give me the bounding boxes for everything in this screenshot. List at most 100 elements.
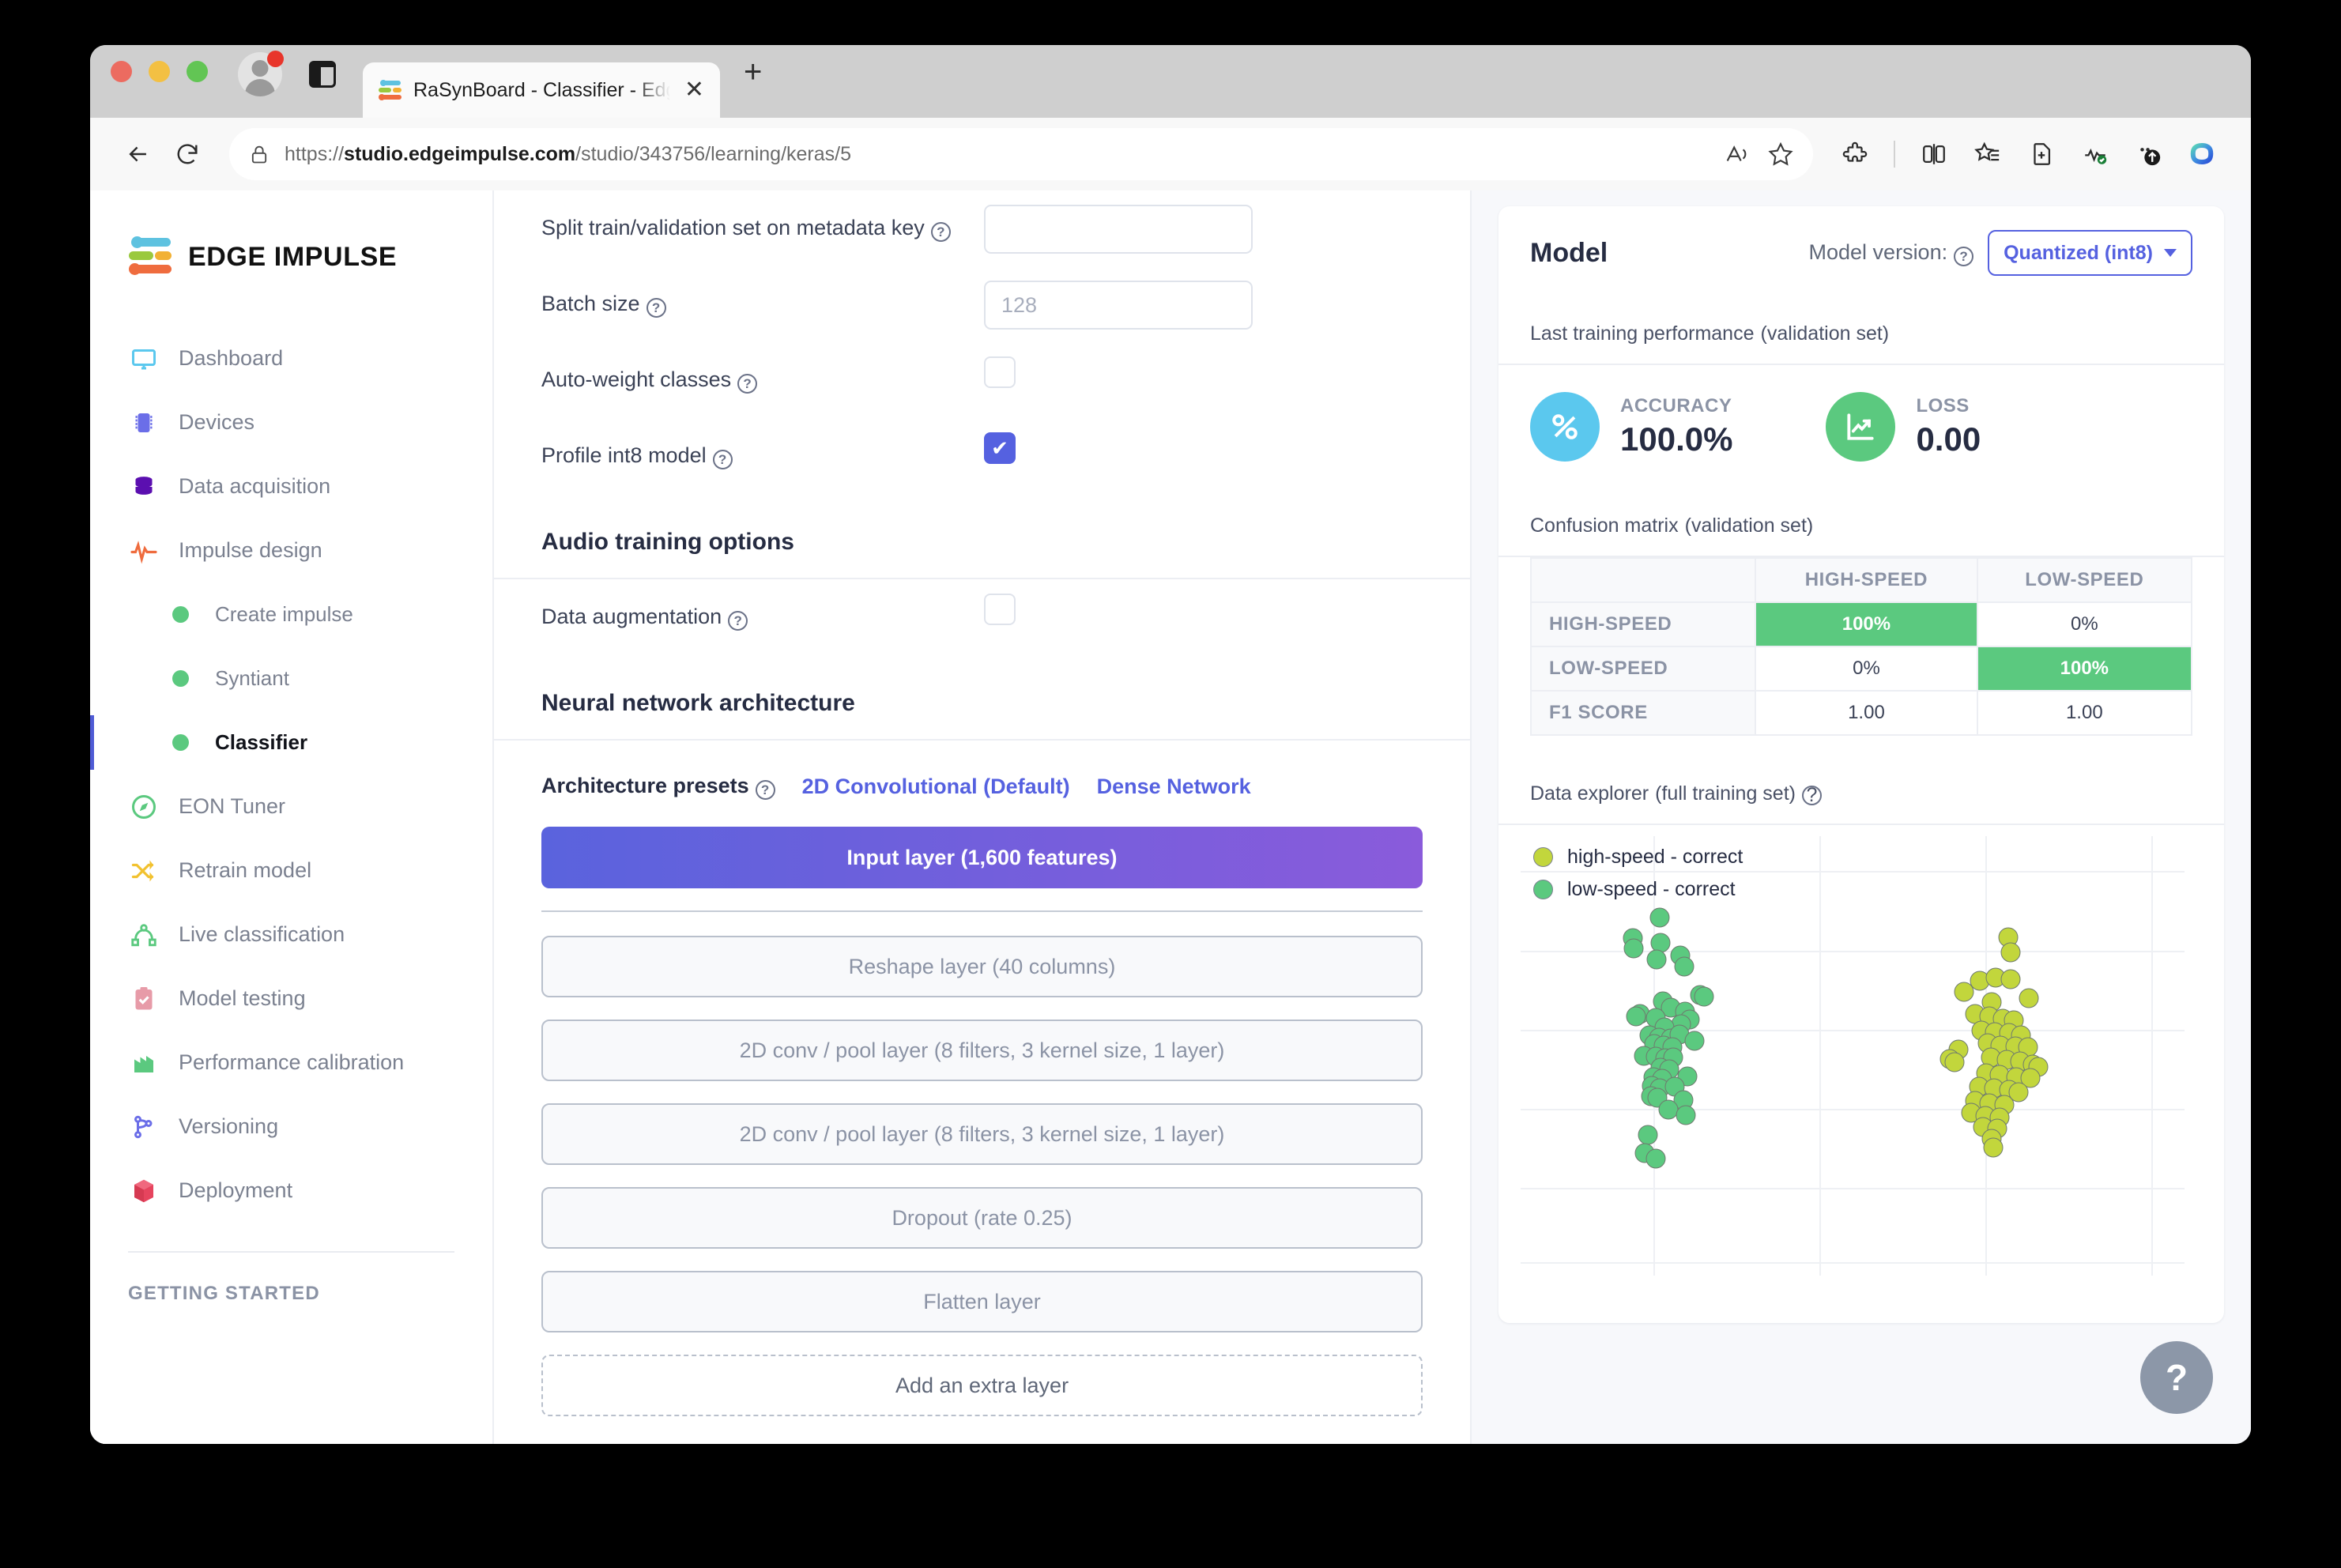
browser-tab-active[interactable]: RaSynBoard - Classifier - Edge ✕ xyxy=(363,62,720,118)
help-icon[interactable]: ? xyxy=(728,611,748,631)
sidebar-item-data-acquisition[interactable]: Data acquisition xyxy=(90,454,492,518)
scatter-point[interactable] xyxy=(1954,982,1974,1002)
legend-item[interactable]: low-speed - correct xyxy=(1533,878,1743,901)
scatter-point[interactable] xyxy=(1676,1105,1696,1125)
data-explorer-scatter[interactable]: high-speed - correct low-speed - correct xyxy=(1498,825,2224,1299)
sidebar-item-create-impulse[interactable]: Create impulse xyxy=(90,582,492,646)
scatter-point[interactable] xyxy=(1645,1148,1666,1169)
layer-conv-pool-1[interactable]: 2D conv / pool layer (8 filters, 3 kerne… xyxy=(541,1020,1423,1081)
copilot-icon[interactable] xyxy=(2178,130,2227,179)
reload-button[interactable] xyxy=(163,130,212,179)
back-button[interactable] xyxy=(114,130,163,179)
layer-reshape[interactable]: Reshape layer (40 columns) xyxy=(541,936,1423,997)
legend-item[interactable]: high-speed - correct xyxy=(1533,846,1743,869)
sidebar-item-deployment[interactable]: Deployment xyxy=(90,1159,492,1223)
layer-dropout[interactable]: Dropout (rate 0.25) xyxy=(541,1187,1423,1249)
help-icon[interactable]: ? xyxy=(646,298,666,318)
collections-icon[interactable] xyxy=(1963,130,2012,179)
table-row: LOW-SPEED 0% 100% xyxy=(1529,646,2193,692)
new-tab-button[interactable]: + xyxy=(744,45,762,118)
sidebar-item-versioning[interactable]: Versioning xyxy=(90,1095,492,1159)
cm-row-header: F1 SCORE xyxy=(1529,690,1757,736)
clipboard-check-icon xyxy=(128,983,160,1015)
profile-avatar-button[interactable] xyxy=(208,45,284,118)
field-split-metadata-key: Split train/validation set on metadata k… xyxy=(541,190,1423,266)
auto-weight-classes-checkbox[interactable] xyxy=(984,356,1016,388)
help-icon[interactable]: ? xyxy=(755,780,775,800)
scatter-point[interactable] xyxy=(1983,1137,2004,1158)
add-page-icon[interactable] xyxy=(2017,130,2066,179)
model-title: Model xyxy=(1530,237,1608,268)
scatter-point[interactable] xyxy=(1623,938,1644,959)
sidebar-item-retrain-model[interactable]: Retrain model xyxy=(90,839,492,903)
read-aloud-icon[interactable] xyxy=(1723,141,1750,168)
help-icon[interactable]: ? xyxy=(1802,786,1822,805)
address-bar[interactable]: https://studio.edgeimpulse.com/studio/34… xyxy=(229,128,1813,180)
app-body: EDGE IMPULSE Dashboard Devices Data acqu… xyxy=(90,190,2251,1444)
preset-2d-convolutional[interactable]: 2D Convolutional (Default) xyxy=(802,775,1070,799)
scatter-point[interactable] xyxy=(1694,986,1714,1007)
scatter-point[interactable] xyxy=(1626,1006,1646,1027)
edge-impulse-logo-icon xyxy=(128,236,174,277)
scatter-point[interactable] xyxy=(2019,988,2039,1008)
scatter-point[interactable] xyxy=(1649,907,1670,928)
database-icon xyxy=(128,471,160,503)
profile-int8-model-checkbox[interactable] xyxy=(984,432,1016,464)
layer-input[interactable]: Input layer (1,600 features) xyxy=(541,827,1423,888)
sidebar-item-dashboard[interactable]: Dashboard xyxy=(90,326,492,390)
model-card: Model Model version:? Quantized (int8) L… xyxy=(1498,206,2224,1323)
close-window-button[interactable] xyxy=(111,60,132,82)
scatter-point[interactable] xyxy=(1684,1031,1705,1051)
scatter-point[interactable] xyxy=(2000,969,2021,989)
model-version-select[interactable]: Quantized (int8) xyxy=(1988,230,2192,276)
scatter-point[interactable] xyxy=(1674,956,1694,977)
brand-logo[interactable]: EDGE IMPULSE xyxy=(90,190,492,277)
data-augmentation-checkbox[interactable] xyxy=(984,594,1016,625)
accuracy-value: 100.0% xyxy=(1620,420,1733,458)
split-metadata-key-input[interactable] xyxy=(984,205,1253,254)
extensions-icon[interactable] xyxy=(1830,130,1879,179)
close-tab-button[interactable]: ✕ xyxy=(681,78,707,102)
cm-col-1: HIGH-SPEED xyxy=(1755,557,1978,603)
browser-toolbar: https://studio.edgeimpulse.com/studio/34… xyxy=(90,118,2251,190)
maximize-window-button[interactable] xyxy=(187,60,208,82)
sidebar-item-devices[interactable]: Devices xyxy=(90,390,492,454)
split-screen-icon[interactable] xyxy=(1909,130,1958,179)
help-icon[interactable]: ? xyxy=(712,450,733,469)
favorite-star-icon[interactable] xyxy=(1767,141,1794,168)
help-icon[interactable]: ? xyxy=(1954,246,1974,266)
layer-conv-pool-2[interactable]: 2D conv / pool layer (8 filters, 3 kerne… xyxy=(541,1103,1423,1165)
preset-dense-network[interactable]: Dense Network xyxy=(1097,775,1251,799)
batch-size-input[interactable]: 128 xyxy=(984,281,1253,330)
layer-flatten[interactable]: Flatten layer xyxy=(541,1271,1423,1332)
minimize-window-button[interactable] xyxy=(149,60,170,82)
add-extra-layer-button[interactable]: Add an extra layer xyxy=(541,1355,1423,1416)
sidebar-item-classifier[interactable]: Classifier xyxy=(90,710,492,775)
grid-line-vertical xyxy=(2151,836,2153,1276)
architecture-presets-row: Architecture presets? 2D Convolutional (… xyxy=(541,741,1423,827)
help-fab-button[interactable]: ? xyxy=(2140,1341,2213,1414)
sidebar-item-eon-tuner[interactable]: EON Tuner xyxy=(90,775,492,839)
sidebar-item-live-classification[interactable]: Live classification xyxy=(90,903,492,967)
shuffle-icon xyxy=(128,855,160,887)
bullet-icon xyxy=(164,663,196,695)
help-icon[interactable]: ? xyxy=(737,374,758,394)
sidebar-item-performance-calibration[interactable]: Performance calibration xyxy=(90,1031,492,1095)
architecture-presets-label: Architecture presets? xyxy=(541,774,775,800)
more-settings-icon[interactable] xyxy=(2124,130,2173,179)
browser-essentials-icon[interactable] xyxy=(2071,130,2120,179)
scatter-point[interactable] xyxy=(2000,942,2021,963)
notification-badge xyxy=(267,51,284,67)
edge-impulse-favicon xyxy=(379,79,402,101)
scatter-point[interactable] xyxy=(1646,949,1667,970)
tab-list-button[interactable] xyxy=(282,45,336,118)
grid-line-horizontal xyxy=(1521,1108,2185,1110)
cm-col-2: LOW-SPEED xyxy=(1976,557,2193,603)
sidebar-item-syntiant[interactable]: Syntiant xyxy=(90,646,492,710)
scatter-point[interactable] xyxy=(1944,1052,1965,1072)
sidebar-item-impulse-design[interactable]: Impulse design xyxy=(90,518,492,582)
sidebar-item-label: Dashboard xyxy=(179,346,284,370)
scatter-point[interactable] xyxy=(1638,1125,1658,1145)
sidebar-item-model-testing[interactable]: Model testing xyxy=(90,967,492,1031)
help-icon[interactable]: ? xyxy=(930,222,951,242)
